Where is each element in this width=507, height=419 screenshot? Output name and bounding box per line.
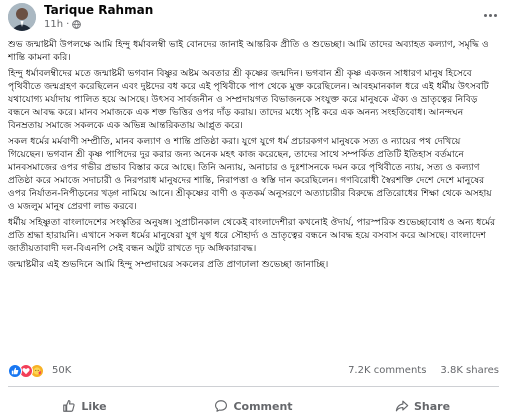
comment-icon (215, 400, 228, 412)
share-button[interactable]: Share (338, 395, 507, 417)
dot-icon (483, 13, 487, 17)
dot-icon (493, 13, 497, 17)
post-paragraph: শুভ জন্মাষ্টমী উপলক্ষে আমি হিন্দু ধর্মাব… (8, 39, 489, 63)
author-name[interactable]: Tarique Rahman (44, 3, 153, 17)
post-meta: 11h · (44, 19, 82, 30)
reactions-summary: 50K 7.2K comments 3.8K shares (0, 362, 507, 380)
like-button[interactable]: Like (0, 395, 169, 417)
dot-icon (488, 13, 492, 17)
post-header: Tarique Rahman 11h · (0, 0, 507, 34)
avatar[interactable] (8, 3, 36, 31)
profile-photo (8, 3, 36, 31)
post-paragraph: জন্মাষ্টমীর এই শুভদিনে আমি হিন্দু সম্প্র… (8, 259, 329, 270)
post-paragraph: হিন্দু ধর্মাবলম্বীদের মতে জন্মাষ্টমী ভগব… (8, 68, 489, 131)
meta-separator: · (66, 19, 70, 30)
divider (8, 386, 499, 387)
post-actions: Like Comment Share (0, 395, 507, 417)
like-label: Like (81, 399, 107, 413)
comment-button[interactable]: Comment (169, 395, 338, 417)
post-text: শুভ জন্মাষ্টমী উপলক্ষে আমি হিন্দু ধর্মাব… (8, 38, 498, 347)
share-label: Share (413, 399, 451, 413)
engagement-stats: 7.2K comments 3.8K shares (348, 365, 499, 376)
reaction-count[interactable]: 50K (52, 365, 71, 376)
thumbs-up-icon (63, 400, 75, 412)
like-icon (8, 364, 22, 378)
post-paragraph: ধর্মীয় সহিষ্ণুতা বাংলাদেশের সংস্কৃতির অ… (8, 217, 496, 254)
post-paragraph: সকল ধর্মের মর্মবাণী সম্প্রীতি, মানব কল্য… (8, 136, 492, 212)
comments-count[interactable]: 7.2K comments (348, 365, 426, 376)
globe-icon (72, 20, 82, 29)
comment-label: Comment (233, 399, 293, 413)
more-options-button[interactable] (481, 8, 499, 22)
shares-count[interactable]: 3.8K shares (440, 365, 499, 376)
post-time[interactable]: 11h (44, 19, 63, 30)
share-icon (395, 400, 409, 412)
